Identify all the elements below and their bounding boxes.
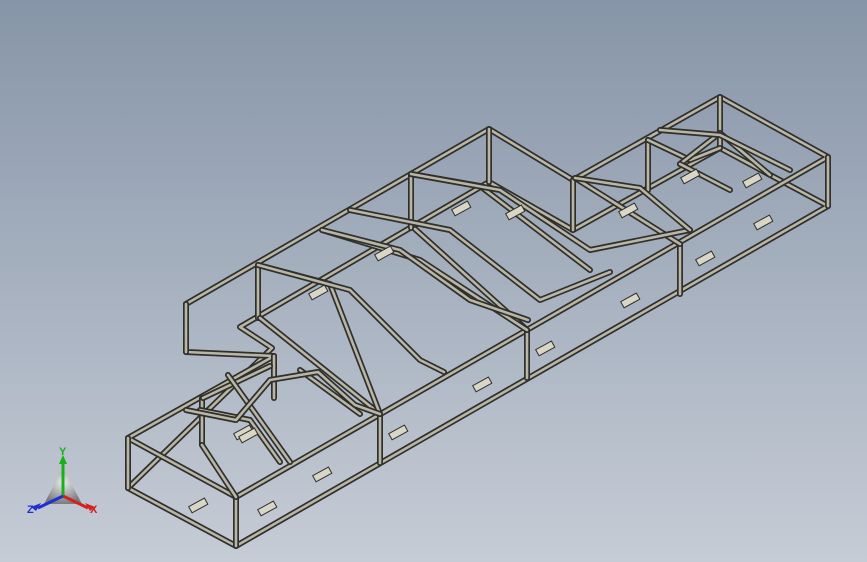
mounting-plate-9[interactable] (694, 250, 716, 267)
x-axis-label: X (90, 504, 98, 516)
mounting-plate-14[interactable] (311, 466, 333, 483)
rib-rail-1-face (256, 263, 446, 374)
graphics-viewport[interactable]: Y X Z (0, 0, 867, 562)
mounting-plate-13[interactable] (387, 424, 409, 441)
view-orientation-triad: Y X Z (22, 446, 104, 522)
mounting-plate-7[interactable] (741, 172, 763, 189)
y-axis-label: Y (59, 446, 67, 458)
rib-rail-2[interactable] (319, 227, 531, 323)
frame-model[interactable] (0, 0, 867, 562)
bottom-frame-outline-face (126, 146, 830, 548)
mounting-plate-15[interactable] (256, 500, 278, 517)
crossmember-6-face (320, 228, 529, 332)
mounting-plate-8[interactable] (752, 214, 774, 231)
rib-rail-7[interactable] (183, 369, 383, 423)
mounting-plate-11[interactable] (534, 340, 556, 357)
mounting-plate-12[interactable] (471, 376, 493, 393)
mounting-plate-10[interactable] (619, 292, 641, 309)
z-axis-label: Z (27, 504, 34, 516)
mounting-plate-16[interactable] (187, 497, 209, 514)
bottom-frame-outline[interactable] (125, 145, 831, 549)
crossmember-6[interactable] (319, 227, 530, 333)
